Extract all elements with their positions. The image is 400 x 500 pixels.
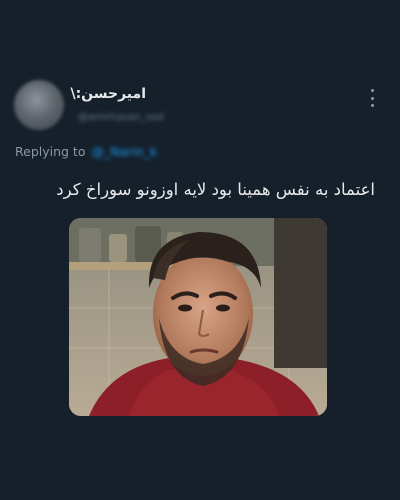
display-name[interactable]: امیرحسن:\ [70,86,146,102]
avatar[interactable] [14,80,64,130]
tweet[interactable]: امیرحسن:\ @amirhasan_sad Replying to @_N… [0,0,400,500]
replying-to-handle[interactable]: @_Narin_k [91,144,157,159]
more-options-icon[interactable] [364,86,380,110]
tweet-image[interactable] [69,218,327,416]
user-handle[interactable]: @amirhasan_sad [78,112,178,124]
replying-to-label: Replying to [15,144,86,159]
tweet-text: اعتماد به نفس همینا بود لایه اوزونو سورا… [56,180,375,199]
replying-to: Replying to @_Narin_k [15,144,157,159]
